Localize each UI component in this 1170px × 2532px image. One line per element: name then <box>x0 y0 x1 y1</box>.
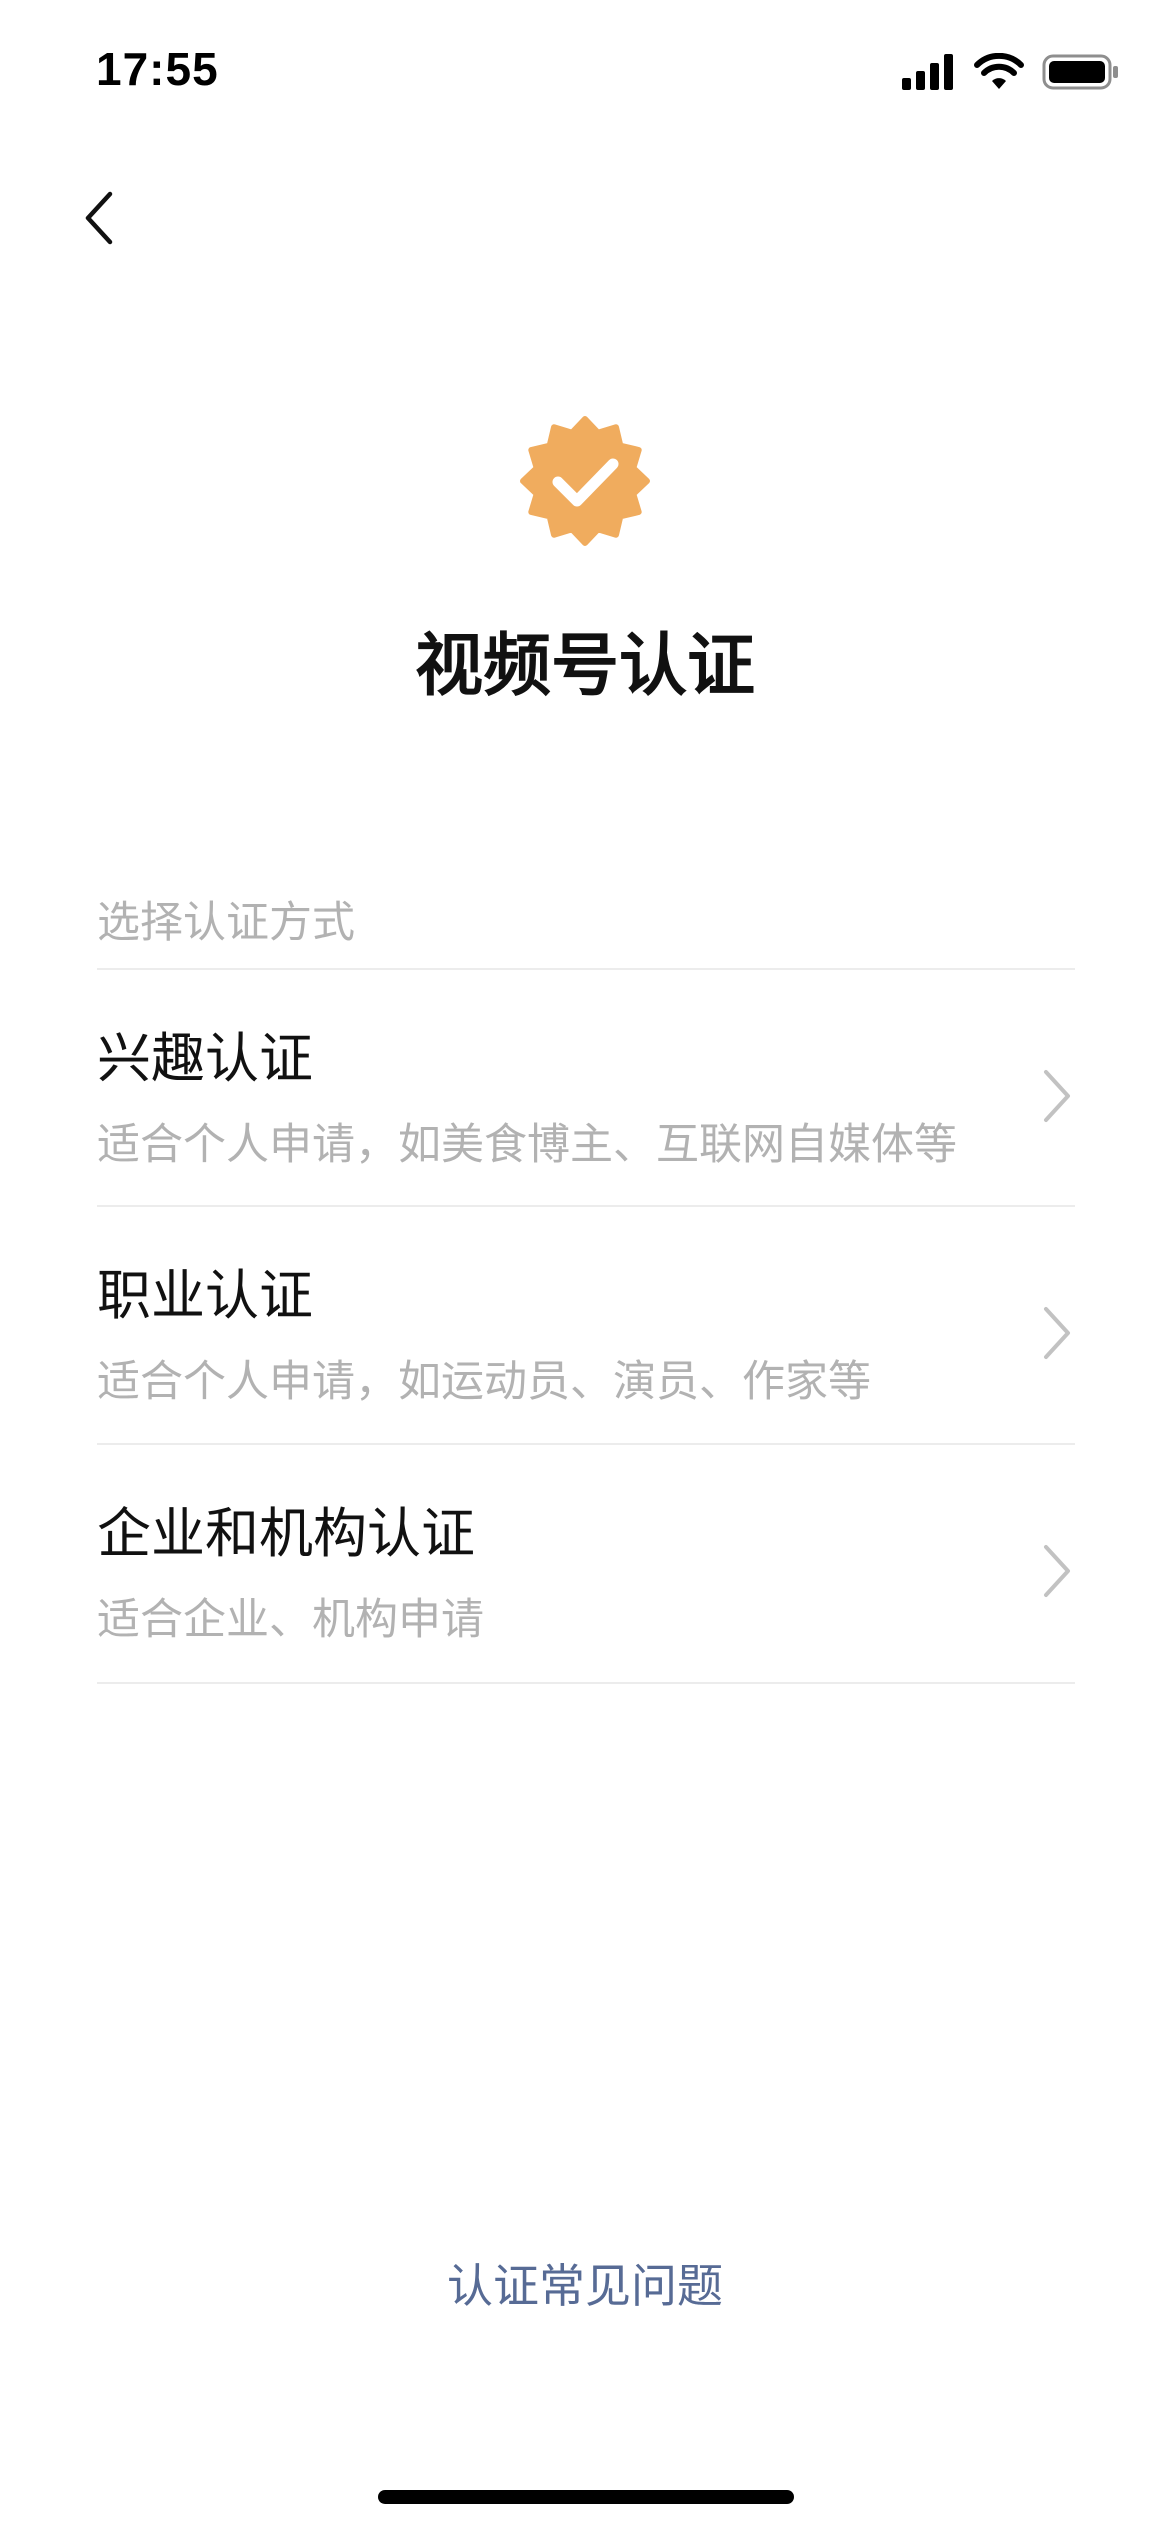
chevron-right-icon <box>1036 1541 1076 1601</box>
faq-link[interactable]: 认证常见问题 <box>0 2250 1170 2316</box>
option-enterprise-certification[interactable]: 企业和机构认证 适合企业、机构申请 <box>0 1445 1170 1681</box>
divider <box>97 1682 1075 1684</box>
option-description: 适合个人申请，如运动员、演员、作家等 <box>97 1357 871 1407</box>
option-interest-certification[interactable]: 兴趣认证 适合个人申请，如美食博主、互联网自媒体等 <box>0 970 1170 1206</box>
option-title: 企业和机构认证 <box>97 1502 475 1565</box>
verified-badge-icon <box>518 414 652 548</box>
option-professional-certification[interactable]: 职业认证 适合个人申请，如运动员、演员、作家等 <box>0 1207 1170 1443</box>
chevron-right-icon <box>1036 1303 1076 1363</box>
chevron-right-icon <box>1036 1066 1076 1126</box>
section-label: 选择认证方式 <box>97 898 355 948</box>
page-title: 视频号认证 <box>414 627 755 706</box>
option-description: 适合企业、机构申请 <box>97 1595 484 1645</box>
back-button[interactable] <box>60 180 140 260</box>
chevron-left-icon <box>80 188 120 252</box>
option-title: 兴趣认证 <box>97 1027 313 1090</box>
option-description: 适合个人申请，如美食博主、互联网自媒体等 <box>97 1120 957 1170</box>
wifi-icon <box>974 52 1024 95</box>
status-time: 17:55 <box>96 43 219 95</box>
status-bar: 17:55 <box>0 0 1170 140</box>
option-title: 职业认证 <box>97 1264 313 1327</box>
signal-icon <box>902 54 956 94</box>
battery-icon <box>1042 53 1120 95</box>
status-icons <box>902 50 1120 98</box>
home-indicator <box>378 2490 794 2504</box>
